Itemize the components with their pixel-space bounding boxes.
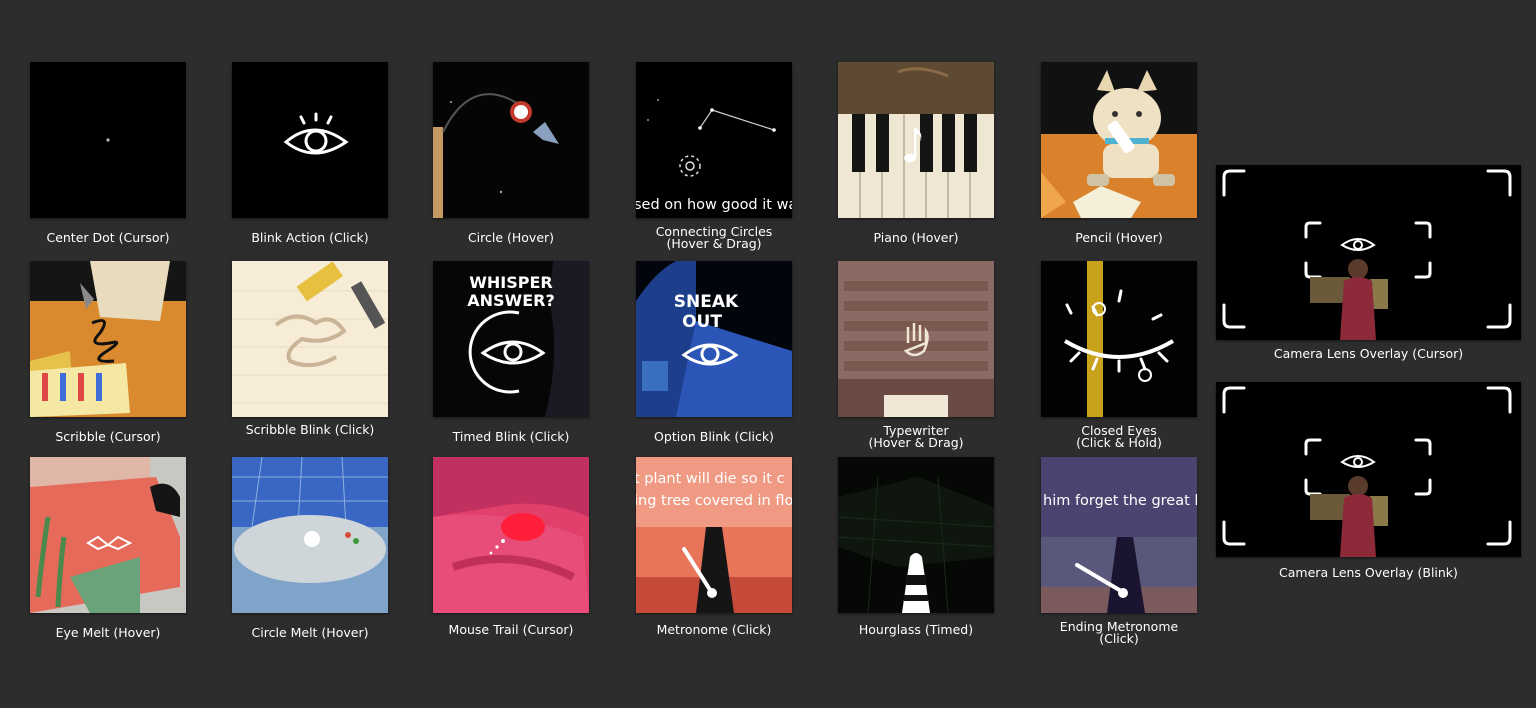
thumbnail: t plant will die so it c ing tree covere… bbox=[636, 457, 792, 613]
tile-label: Hourglass (Timed) bbox=[858, 622, 974, 637]
thumbnail bbox=[1041, 261, 1197, 417]
tile-connecting-circles[interactable]: sed on how good it was Connecting Circle… bbox=[636, 62, 792, 250]
tile-typewriter[interactable]: Typewriter (Hover & Drag) bbox=[838, 261, 994, 449]
caption-line-1: WHISPER bbox=[469, 273, 553, 292]
thumbnail bbox=[30, 457, 186, 613]
dot-icon bbox=[106, 138, 110, 142]
thumbnail bbox=[232, 62, 388, 218]
cursor-circle-icon bbox=[510, 101, 532, 123]
thumbnail bbox=[433, 457, 589, 613]
thumbnail bbox=[433, 62, 589, 218]
tile-camera-lens-cursor[interactable]: Camera Lens Overlay (Cursor) bbox=[1216, 165, 1521, 360]
tile-label: Connecting Circles (Hover & Drag) bbox=[655, 224, 773, 251]
tile-scribble-blink[interactable]: Scribble Blink (Click) bbox=[232, 261, 388, 436]
tile-label: Blink Action (Click) bbox=[251, 230, 369, 245]
tile-option-blink[interactable]: SNEAK OUT Option Blink (Click) bbox=[636, 261, 792, 443]
tile-label: Ending Metronome (Click) bbox=[1059, 619, 1179, 646]
thumbnail: him forget the great lif bbox=[1041, 457, 1197, 613]
thumbnail bbox=[1216, 382, 1521, 557]
subtitle-caption-2: ing tree covered in flo bbox=[636, 493, 792, 509]
tile-label: Closed Eyes (Click & Hold) bbox=[1076, 423, 1162, 450]
subtitle-caption: sed on how good it was bbox=[636, 197, 792, 213]
tile-hourglass[interactable]: Hourglass (Timed) bbox=[838, 457, 994, 636]
thumbnail bbox=[30, 261, 186, 417]
tile-camera-lens-blink[interactable]: Camera Lens Overlay (Blink) bbox=[1216, 382, 1521, 579]
tile-center-dot[interactable]: Center Dot (Cursor) bbox=[30, 62, 186, 244]
tile-label: Typewriter (Hover & Drag) bbox=[868, 423, 964, 450]
caption-line-1: SNEAK bbox=[674, 292, 739, 312]
tile-label: Piano (Hover) bbox=[873, 230, 959, 245]
tile-label: Timed Blink (Click) bbox=[452, 429, 570, 444]
subtitle-caption-1: t plant will die so it c bbox=[636, 471, 785, 487]
tile-pencil[interactable]: Pencil (Hover) bbox=[1041, 62, 1197, 244]
tile-piano[interactable]: Piano (Hover) bbox=[838, 62, 994, 244]
thumbnail bbox=[232, 261, 388, 417]
tile-closed-eyes[interactable]: Closed Eyes (Click & Hold) bbox=[1041, 261, 1197, 449]
tile-timed-blink[interactable]: WHISPER ANSWER? Timed Blink (Click) bbox=[433, 261, 589, 443]
caption-line-2: ANSWER? bbox=[467, 291, 554, 310]
tile-metronome[interactable]: t plant will die so it c ing tree covere… bbox=[636, 457, 792, 636]
tile-blink-action[interactable]: Blink Action (Click) bbox=[232, 62, 388, 244]
tile-label: Camera Lens Overlay (Cursor) bbox=[1273, 346, 1464, 361]
tile-scribble[interactable]: Scribble (Cursor) bbox=[30, 261, 186, 443]
thumbnail bbox=[1041, 62, 1197, 218]
tile-label: Circle (Hover) bbox=[467, 230, 555, 245]
tile-label: Scribble (Cursor) bbox=[55, 429, 161, 444]
thumbnail bbox=[838, 62, 994, 218]
tile-label: Metronome (Click) bbox=[656, 622, 772, 637]
tile-mouse-trail[interactable]: Mouse Trail (Cursor) bbox=[433, 457, 589, 636]
thumbnail: SNEAK OUT bbox=[636, 261, 792, 417]
tile-label: Eye Melt (Hover) bbox=[55, 625, 161, 640]
thumbnail bbox=[838, 457, 994, 613]
tile-eye-melt[interactable]: Eye Melt (Hover) bbox=[30, 457, 186, 639]
thumbnail: WHISPER ANSWER? bbox=[433, 261, 589, 417]
thumbnail bbox=[30, 62, 186, 218]
thumbnail bbox=[838, 261, 994, 417]
tile-label: Option Blink (Click) bbox=[654, 429, 774, 444]
caption-line-2: OUT bbox=[682, 312, 722, 332]
thumbnail bbox=[232, 457, 388, 613]
tile-circle[interactable]: Circle (Hover) bbox=[433, 62, 589, 244]
tile-ending-metronome[interactable]: him forget the great lif Ending Metronom… bbox=[1041, 457, 1197, 645]
tile-label: Mouse Trail (Cursor) bbox=[448, 622, 574, 637]
tile-label: Scribble Blink (Click) bbox=[245, 422, 375, 437]
thumbnail bbox=[1216, 165, 1521, 340]
thumbnail: sed on how good it was bbox=[636, 62, 792, 218]
tile-circle-melt[interactable]: Circle Melt (Hover) bbox=[232, 457, 388, 639]
tile-label: Camera Lens Overlay (Blink) bbox=[1279, 565, 1458, 580]
subtitle-caption: him forget the great lif bbox=[1043, 493, 1197, 509]
tile-label: Circle Melt (Hover) bbox=[251, 625, 369, 640]
tile-label: Pencil (Hover) bbox=[1075, 230, 1163, 245]
tile-label: Center Dot (Cursor) bbox=[46, 230, 170, 245]
